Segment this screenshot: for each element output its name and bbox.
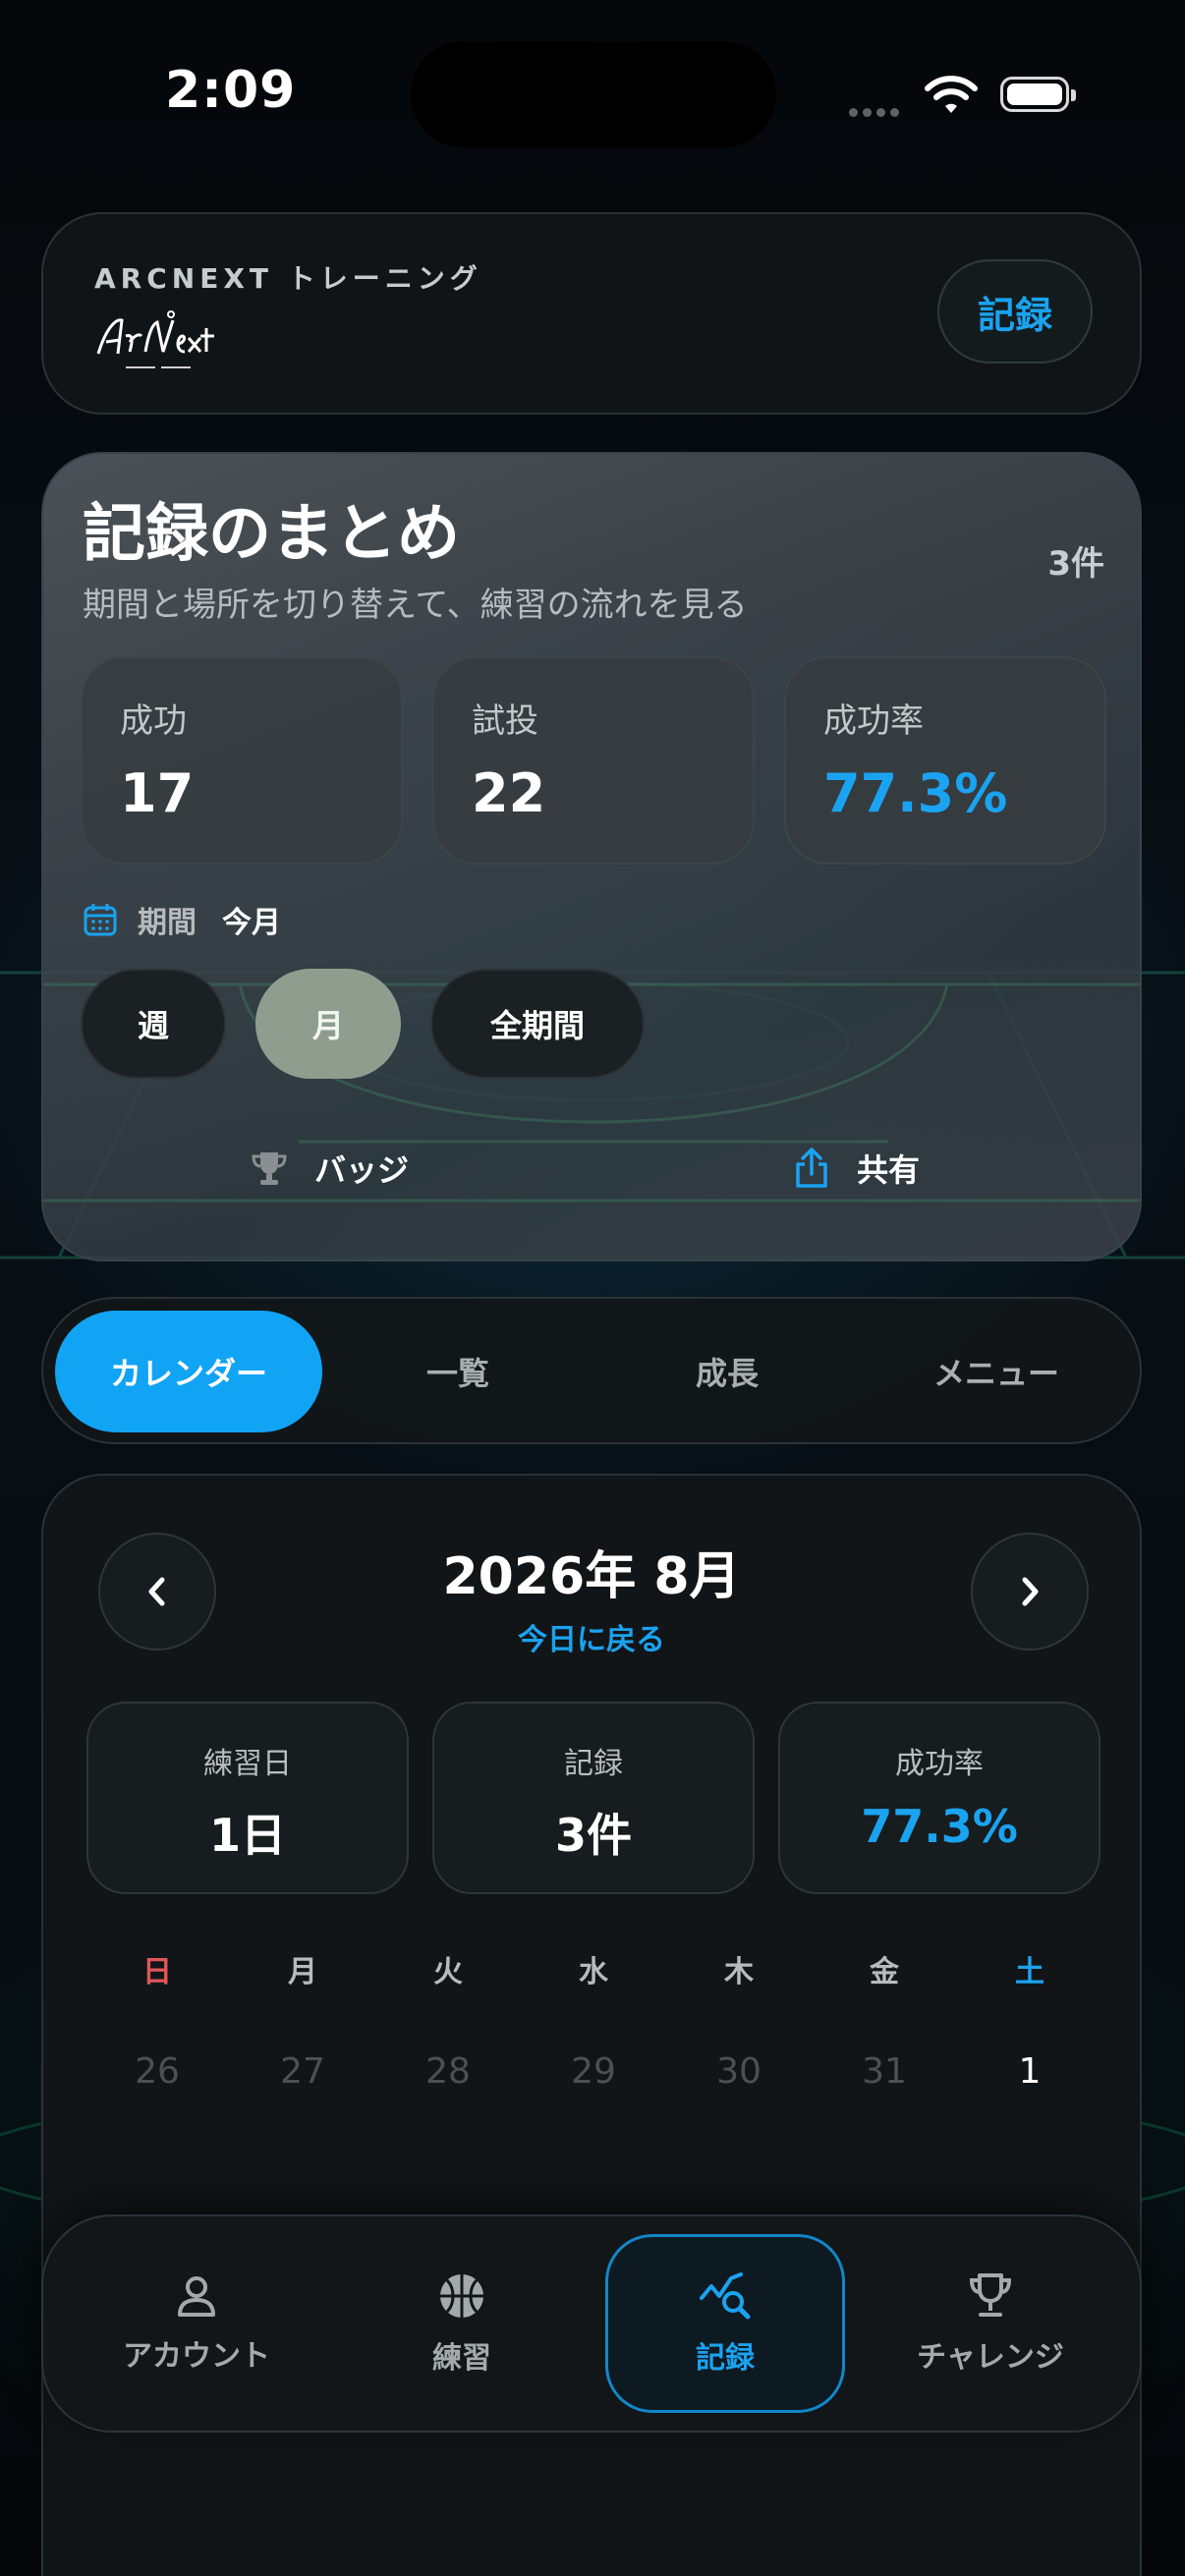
arcnext-logo-icon: [96, 310, 214, 368]
trophy-icon: [252, 1152, 287, 1185]
chevron-right-icon: [1022, 1577, 1039, 1606]
tile-value: 3件: [554, 1809, 632, 1862]
share-icon: [796, 1148, 827, 1188]
battery-icon: [1000, 77, 1076, 112]
nav-practice[interactable]: 練習: [342, 2234, 582, 2413]
app-title: ARCNEXT トレーニング: [94, 262, 482, 295]
segment-month[interactable]: 月: [255, 969, 401, 1079]
segment-all-time[interactable]: 全期間: [430, 969, 645, 1079]
calendar-day[interactable]: 28: [399, 2051, 497, 2092]
tile-value: 77.3%: [861, 1800, 1018, 1853]
weekday-sat: 土: [1015, 1955, 1044, 1989]
tile-label: 練習日: [203, 1747, 292, 1781]
tab-menu[interactable]: メニュー: [863, 1311, 1130, 1432]
stat-value: 22: [472, 762, 546, 824]
calendar-day[interactable]: 31: [835, 2051, 933, 2092]
nav-label: アカウント: [123, 2339, 270, 2374]
chart-search-icon: [700, 2272, 751, 2320]
nav-records[interactable]: 記録: [605, 2234, 845, 2413]
summary-subtitle: 期間と場所を切り替えて、練習の流れを見る: [83, 586, 748, 625]
period-value: 今月: [222, 906, 281, 940]
share-label: 共有: [857, 1151, 921, 1189]
stat-label: 成功: [120, 701, 187, 741]
calendar-day[interactable]: 1: [981, 2051, 1079, 2092]
nav-label: チャレンジ: [917, 2340, 1064, 2375]
nav-label: 練習: [432, 2341, 491, 2376]
wifi-icon: [925, 76, 978, 113]
weekday-mon: 月: [288, 1955, 317, 1989]
tab-calendar[interactable]: カレンダー: [55, 1311, 322, 1432]
cellular-signal-icon: [849, 102, 904, 121]
badge-button[interactable]: バッジ: [250, 1146, 409, 1191]
stat-success-rate: 成功率 77.3%: [784, 656, 1106, 865]
status-time: 2:09: [165, 61, 297, 120]
bottom-navigation: アカウント 練習 記録 チャレンジ: [41, 2214, 1142, 2433]
tab-list[interactable]: 一覧: [324, 1311, 592, 1432]
summary-card: 記録のまとめ 3件 期間と場所を切り替えて、練習の流れを見る 成功 17 試投 …: [41, 452, 1142, 1261]
calendar-day[interactable]: 30: [690, 2051, 788, 2092]
stat-attempts: 試投 22: [432, 656, 755, 865]
weekday-wed: 水: [579, 1955, 608, 1989]
calendar-icon: [84, 904, 117, 936]
tab-growth[interactable]: 成長: [593, 1311, 861, 1432]
practice-days-tile: 練習日 1日: [86, 1702, 409, 1894]
calendar-day[interactable]: 29: [544, 2051, 643, 2092]
calendar-day[interactable]: 26: [108, 2051, 206, 2092]
stat-value: 17: [120, 762, 195, 824]
success-rate-tile: 成功率 77.3%: [778, 1702, 1100, 1894]
summary-title: 記録のまとめ: [83, 498, 460, 571]
tile-label: 記録: [564, 1747, 623, 1781]
calendar-day[interactable]: 27: [254, 2051, 352, 2092]
stat-made: 成功 17: [81, 656, 403, 865]
stat-label: 試投: [472, 701, 538, 741]
record-count: 3件: [1047, 544, 1104, 584]
records-tile: 記録 3件: [432, 1702, 755, 1894]
badge-label: バッジ: [314, 1151, 410, 1189]
period-label: 期間: [138, 906, 197, 940]
stat-value: 77.3%: [823, 762, 1008, 824]
app-header: ARCNEXT トレーニング 記録: [41, 212, 1142, 415]
basketball-icon: [440, 2274, 483, 2318]
dynamic-island: [411, 41, 776, 147]
segment-week[interactable]: 週: [81, 969, 226, 1079]
weekday-tue: 火: [433, 1955, 463, 1989]
weekday-fri: 金: [870, 1955, 899, 1989]
back-to-today-link[interactable]: 今日に戻る: [43, 1615, 1140, 1658]
next-month-button[interactable]: [971, 1533, 1089, 1651]
weekday-thu: 木: [724, 1955, 754, 1989]
person-icon: [178, 2276, 215, 2317]
period-row: 期間 今月: [83, 898, 281, 941]
nav-label: 記録: [696, 2341, 755, 2376]
tile-label: 成功率: [895, 1747, 984, 1781]
nav-challenge[interactable]: チャレンジ: [871, 2234, 1110, 2413]
view-tab-bar: カレンダー 一覧 成長 メニュー: [41, 1297, 1142, 1444]
trophy-icon: [969, 2273, 1012, 2317]
weekday-sun: 日: [142, 1955, 172, 1989]
record-button[interactable]: 記録: [937, 259, 1093, 364]
tile-value: 1日: [208, 1809, 286, 1862]
stat-label: 成功率: [823, 701, 924, 741]
share-button[interactable]: 共有: [792, 1146, 920, 1191]
nav-account[interactable]: アカウント: [77, 2234, 316, 2413]
